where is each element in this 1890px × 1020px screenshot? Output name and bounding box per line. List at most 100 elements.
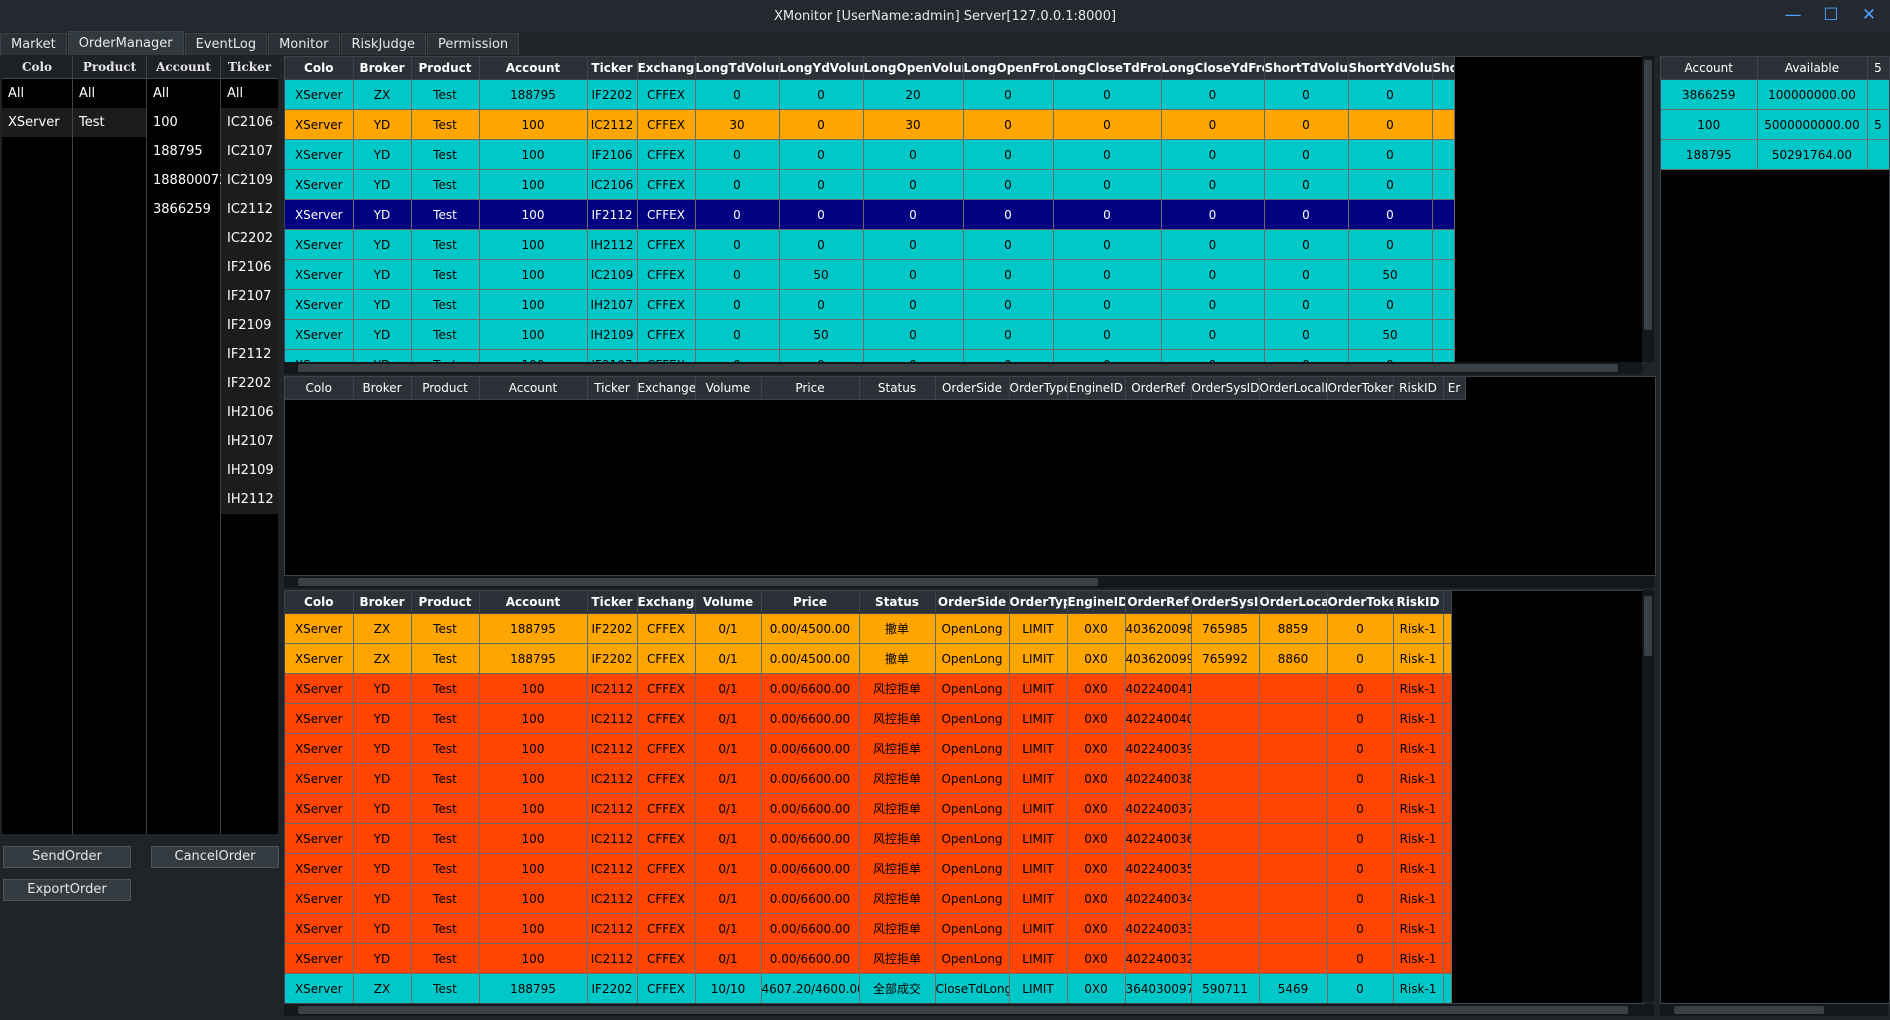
table-row[interactable]: XServer ZX Test 188795 IF2202 CFFEX 10/10 4607.… bbox=[285, 973, 1452, 1003]
tab-market[interactable]: Market bbox=[0, 33, 67, 55]
cancel-order-button[interactable]: CancelOrder bbox=[151, 846, 279, 868]
table-row[interactable]: XServer ZX Test 188795 IF2202 CFFEX 0/1 0.00/45… bbox=[285, 613, 1452, 644]
column-header[interactable]: Colo bbox=[285, 377, 354, 400]
column-header[interactable]: Product bbox=[411, 57, 480, 80]
table-row[interactable]: 100 5000000000.00 5 bbox=[1661, 109, 1889, 140]
ticker-filter-item[interactable]: IH2109 bbox=[221, 456, 278, 485]
column-header[interactable]: Ticker bbox=[587, 591, 638, 614]
column-header[interactable]: OrderToken bbox=[1327, 377, 1394, 400]
column-header[interactable]: Account bbox=[479, 377, 588, 400]
table-row[interactable]: XServer YD Test 100 IC2112 CFFEX 0/1 0.00/6600.… bbox=[285, 943, 1452, 974]
send-order-button[interactable]: SendOrder bbox=[3, 846, 131, 868]
column-header[interactable]: Ticker bbox=[587, 377, 638, 400]
column-header[interactable]: Account bbox=[479, 591, 588, 614]
column-header[interactable]: LongTdVolume bbox=[695, 57, 780, 80]
column-header[interactable]: 5 bbox=[1867, 57, 1889, 80]
ticker-filter-item[interactable]: IC2109 bbox=[221, 166, 278, 195]
tab-monitor[interactable]: Monitor bbox=[268, 33, 340, 55]
column-header[interactable]: ShortYdVolume bbox=[1348, 57, 1433, 80]
account-hscroll[interactable] bbox=[1660, 1004, 1888, 1016]
product-filter-item[interactable]: All bbox=[73, 79, 146, 108]
table-row[interactable]: XServer YD Test 100 IC2112 CFFEX 0/1 0.00/6600.… bbox=[285, 853, 1452, 884]
colo-filter-item[interactable]: All bbox=[2, 79, 72, 108]
table-row[interactable]: XServer YD Test 100 IC2112 CFFEX 0/1 0.00/6600.… bbox=[285, 763, 1452, 794]
column-header[interactable]: Price bbox=[761, 377, 860, 400]
ticker-filter-item[interactable]: IC2107 bbox=[221, 137, 278, 166]
table-row[interactable]: XServer YD Test 100 IC2112 CFFEX 0/1 0.00/6600.… bbox=[285, 703, 1452, 734]
tab-riskjudge[interactable]: RiskJudge bbox=[340, 33, 427, 55]
table-row[interactable]: XServer YD Test 100 IC2112 CFFEX 0/1 0.00/6600.… bbox=[285, 883, 1452, 914]
column-header[interactable]: Exchange bbox=[637, 57, 696, 80]
tab-permission[interactable]: Permission bbox=[427, 33, 520, 55]
column-header[interactable]: Exchange bbox=[637, 591, 696, 614]
ticker-filter-item[interactable]: IF2106 bbox=[221, 253, 278, 282]
column-header[interactable]: Volume bbox=[695, 591, 762, 614]
position-vscroll[interactable] bbox=[1642, 56, 1654, 362]
position-hscroll[interactable] bbox=[284, 362, 1642, 374]
column-header[interactable]: OrderSide bbox=[935, 591, 1010, 614]
column-header[interactable]: OrderType bbox=[1009, 377, 1068, 400]
ticker-filter-item[interactable]: IC2202 bbox=[221, 224, 278, 253]
column-header[interactable]: OrderRef bbox=[1125, 377, 1192, 400]
column-header[interactable]: Account bbox=[1661, 57, 1758, 80]
column-header[interactable]: Product bbox=[411, 377, 480, 400]
product-filter-item[interactable]: Test bbox=[73, 108, 146, 137]
column-header[interactable]: LongOpenFrozen bbox=[963, 57, 1054, 80]
column-header[interactable]: OrderSysID bbox=[1191, 377, 1260, 400]
column-header[interactable]: RiskID bbox=[1393, 591, 1444, 614]
table-row[interactable]: XServer ZX Test 188795 IF2202 CFFEX 0/1 0.00/45… bbox=[285, 643, 1452, 674]
table-row[interactable]: XServer YD Test 100 IF2106 CFFEX 0 0 0 0 0 0 0 0 bbox=[285, 139, 1455, 170]
table-row[interactable]: XServer YD Test 100 IC2112 CFFEX 0/1 0.00/6600.… bbox=[285, 823, 1452, 854]
product-filter-header[interactable]: Product bbox=[73, 56, 146, 79]
table-row[interactable]: XServer YD Test 100 IH2109 CFFEX 0 50 0 0 0 0 0 50 bbox=[285, 319, 1455, 350]
ticker-filter-item[interactable]: IF2202 bbox=[221, 369, 278, 398]
table-row[interactable]: XServer ZX Test 188795 IF2202 CFFEX 0 0 20 0 0 0 0 0 bbox=[285, 79, 1455, 110]
order-vscroll[interactable] bbox=[1642, 590, 1654, 1002]
maximize-icon[interactable]: ☐ bbox=[1820, 4, 1842, 26]
column-header[interactable]: OrderRef bbox=[1125, 591, 1192, 614]
column-header[interactable]: ShortTdVolume bbox=[1264, 57, 1349, 80]
column-header[interactable]: OrderType bbox=[1009, 591, 1068, 614]
ticker-filter-item[interactable]: IH2107 bbox=[221, 427, 278, 456]
account-filter-item[interactable]: All bbox=[147, 79, 220, 108]
column-header[interactable]: Broker bbox=[353, 57, 412, 80]
table-row[interactable]: 188795 50291764.00 bbox=[1661, 139, 1889, 170]
ticker-filter-item[interactable]: All bbox=[221, 79, 278, 108]
column-header[interactable]: OrderSysID bbox=[1191, 591, 1260, 614]
table-row[interactable]: XServer YD Test 100 IH2112 CFFEX 0 0 0 0 0 0 0 0 bbox=[285, 229, 1455, 260]
ticker-filter-item[interactable]: IH2112 bbox=[221, 485, 278, 514]
column-header[interactable]: Broker bbox=[353, 591, 412, 614]
table-row[interactable]: XServer YD Test 100 IC2106 CFFEX 0 0 0 0 0 0 0 0 bbox=[285, 169, 1455, 200]
column-header[interactable]: Colo bbox=[285, 57, 354, 80]
account-filter-item[interactable]: 188800072 bbox=[147, 166, 227, 195]
column-header[interactable]: OrderLocalID bbox=[1259, 591, 1328, 614]
ticker-filter-item[interactable]: IH2106 bbox=[221, 398, 278, 427]
export-order-button[interactable]: ExportOrder bbox=[3, 879, 131, 901]
ticker-filter-header[interactable]: Ticker bbox=[221, 56, 278, 79]
ticker-filter-item[interactable]: IC2112 bbox=[221, 195, 278, 224]
column-header[interactable]: LongYdVolume bbox=[779, 57, 864, 80]
column-header[interactable]: Account bbox=[479, 57, 588, 80]
colo-filter-header[interactable]: Colo bbox=[2, 56, 72, 79]
column-header[interactable]: Er bbox=[1443, 377, 1466, 400]
account-filter-item[interactable]: 3866259 bbox=[147, 195, 220, 224]
column-header[interactable]: OrderLocalID bbox=[1259, 377, 1328, 400]
table-row[interactable]: 3866259 100000000.00 bbox=[1661, 79, 1889, 110]
pending-hscroll[interactable] bbox=[284, 576, 1654, 588]
tab-eventlog[interactable]: EventLog bbox=[184, 33, 268, 55]
column-header[interactable]: EngineID bbox=[1067, 377, 1126, 400]
column-header[interactable]: Available bbox=[1757, 57, 1868, 80]
order-hscroll[interactable] bbox=[284, 1004, 1654, 1016]
close-icon[interactable]: ✕ bbox=[1858, 4, 1880, 26]
column-header[interactable]: Colo bbox=[285, 591, 354, 614]
column-header[interactable]: Volume bbox=[695, 377, 762, 400]
ticker-filter-item[interactable]: IF2107 bbox=[221, 282, 278, 311]
column-header[interactable]: Status bbox=[859, 377, 936, 400]
colo-filter-item[interactable]: XServer bbox=[2, 108, 72, 137]
column-header[interactable]: LongCloseTdFrozen bbox=[1053, 57, 1162, 80]
table-row[interactable]: XServer YD Test 100 IH2107 CFFEX 0 0 0 0 0 0 0 0 bbox=[285, 289, 1455, 320]
column-header[interactable]: OrderSide bbox=[935, 377, 1010, 400]
account-filter-header[interactable]: Account bbox=[147, 56, 220, 79]
table-row[interactable]: XServer YD Test 100 IC2112 CFFEX 0/1 0.00/6600.… bbox=[285, 913, 1452, 944]
column-header[interactable] bbox=[1443, 591, 1452, 614]
